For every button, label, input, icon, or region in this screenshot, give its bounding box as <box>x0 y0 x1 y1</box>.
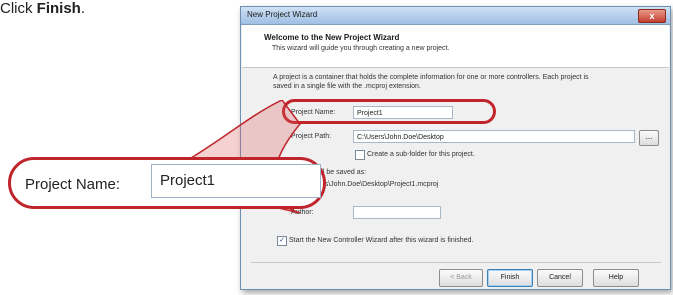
subfolder-checkbox[interactable] <box>355 150 365 160</box>
zoom-project-name-field: Project1 <box>151 164 321 198</box>
header-subtitle: This wizard will guide you through creat… <box>272 45 450 52</box>
window-title: New Project Wizard <box>247 10 318 19</box>
author-field[interactable] <box>353 206 441 219</box>
instruction-prefix: Click <box>0 0 37 17</box>
project-path-field[interactable]: C:\Users\John.Doe\Desktop <box>353 130 635 143</box>
project-path-label: Project Path: <box>291 133 332 140</box>
wizard-window: New Project Wizard x Welcome to the New … <box>240 6 671 290</box>
start-wizard-label: Start the New Controller Wizard after th… <box>289 237 474 244</box>
header-title: Welcome to the New Project Wizard <box>264 33 400 42</box>
close-icon: x <box>649 11 655 21</box>
intro-text: A project is a container that holds the … <box>273 74 589 90</box>
browse-button[interactable]: ... <box>639 130 659 146</box>
instruction-suffix: . <box>80 0 86 17</box>
zoom-callout: Project Name: Project1 <box>8 157 326 209</box>
zoom-label: Project Name: <box>25 176 121 193</box>
wizard-header: Welcome to the New Project Wizard This w… <box>242 25 669 68</box>
help-button[interactable]: Help <box>593 269 639 287</box>
start-wizard-checkbox[interactable]: ✓ <box>277 236 287 246</box>
finish-button[interactable]: Finish <box>487 269 533 287</box>
close-button[interactable]: x <box>638 9 666 23</box>
button-separator <box>251 262 661 263</box>
back-button[interactable]: < Back <box>439 269 483 287</box>
title-bar[interactable]: New Project Wizard x <box>241 7 670 25</box>
instruction-emphasis: Finish <box>36 0 81 17</box>
subfolder-label: Create a sub-folder for this project. <box>367 151 475 158</box>
project-name-highlight <box>282 99 496 124</box>
author-label: Author: <box>291 209 314 216</box>
instruction-text: Click Finish. <box>0 0 85 17</box>
cancel-button[interactable]: Cancel <box>537 269 583 287</box>
